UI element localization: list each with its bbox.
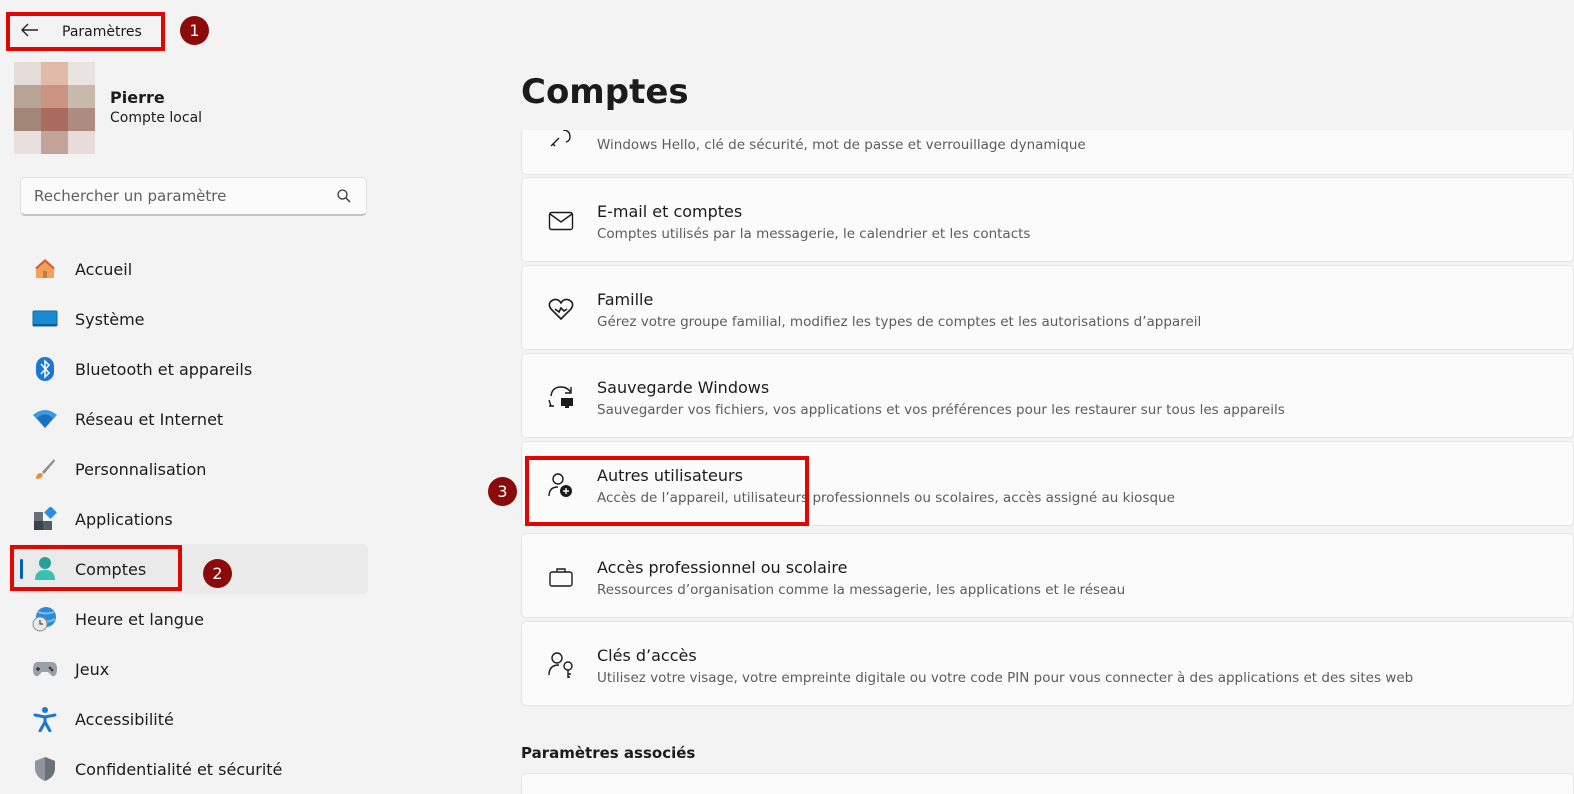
- card-email-accounts[interactable]: E-mail et comptes Comptes utilisés par l…: [521, 177, 1574, 262]
- card-title: Sauvegarde Windows: [597, 378, 770, 397]
- apps-icon: [32, 506, 58, 532]
- sidebar-item-label: Jeux: [75, 659, 110, 679]
- page-title: Comptes: [521, 72, 689, 112]
- brush-icon: [32, 456, 58, 482]
- sidebar-item-label: Confidentialité et sécurité: [75, 759, 283, 779]
- avatar[interactable]: [14, 62, 95, 154]
- search-icon[interactable]: [336, 188, 352, 208]
- app-title: Paramètres: [62, 23, 142, 40]
- sidebar-item-confidentialite[interactable]: Confidentialité et sécurité: [14, 744, 368, 794]
- sidebar-item-label: Accessibilité: [75, 709, 174, 729]
- annotation-highlight-comptes: [10, 545, 182, 591]
- card-description: Windows Hello, clé de sécurité, mot de p…: [597, 137, 1086, 153]
- sidebar-item-jeux[interactable]: Jeux: [14, 644, 368, 694]
- bluetooth-icon: [32, 356, 58, 382]
- sidebar-item-label: Applications: [75, 509, 173, 529]
- sidebar-item-accueil[interactable]: Accueil: [14, 244, 368, 294]
- key-icon: [546, 130, 576, 154]
- family-heart-icon: [546, 294, 576, 324]
- title-bar: Paramètres 1: [0, 0, 1574, 60]
- sidebar-item-label: Réseau et Internet: [75, 409, 224, 429]
- sidebar-item-label: Accueil: [75, 259, 133, 279]
- system-icon: [32, 306, 58, 332]
- card-description: Ressources d’organisation comme la messa…: [597, 582, 1126, 598]
- related-settings-heading: Paramètres associés: [521, 744, 696, 762]
- card-passkeys[interactable]: Clés d’accès Utilisez votre visage, votr…: [521, 621, 1574, 706]
- sidebar-item-accessibilite[interactable]: Accessibilité: [14, 694, 368, 744]
- annotation-highlight-other-users: [525, 456, 809, 526]
- home-icon: [32, 256, 58, 282]
- card-connexion-options[interactable]: Windows Hello, clé de sécurité, mot de p…: [521, 130, 1574, 175]
- shield-icon: [32, 756, 58, 782]
- annotation-badge-1: 1: [180, 16, 209, 45]
- sidebar-nav: Accueil Système Bluetooth et appareils R…: [14, 244, 368, 794]
- gamepad-icon: [32, 656, 58, 682]
- sidebar-item-reseau[interactable]: Réseau et Internet: [14, 394, 368, 444]
- backup-icon: [546, 382, 576, 412]
- related-settings-card[interactable]: [521, 773, 1574, 794]
- card-family[interactable]: Famille Gérez votre groupe familial, mod…: [521, 265, 1574, 350]
- sidebar-item-label: Bluetooth et appareils: [75, 359, 253, 379]
- briefcase-icon: [546, 562, 576, 592]
- sidebar-item-applications[interactable]: Applications: [14, 494, 368, 544]
- sidebar-item-label: Heure et langue: [75, 609, 204, 629]
- sidebar-item-heure-langue[interactable]: Heure et langue: [14, 594, 368, 644]
- card-description: Utilisez votre visage, votre empreinte d…: [597, 670, 1414, 686]
- profile-name: Pierre: [110, 88, 165, 107]
- card-title: Clés d’accès: [597, 646, 697, 665]
- sidebar-item-label: Personnalisation: [75, 459, 207, 479]
- back-button[interactable]: Paramètres: [6, 12, 165, 51]
- card-description: Sauvegarder vos fichiers, vos applicatio…: [597, 402, 1285, 418]
- globe-clock-icon: [32, 606, 58, 632]
- annotation-badge-2: 2: [203, 559, 232, 588]
- sidebar-item-systeme[interactable]: Système: [14, 294, 368, 344]
- card-work-school-access[interactable]: Accès professionnel ou scolaire Ressourc…: [521, 533, 1574, 618]
- profile-account-type: Compte local: [110, 110, 203, 126]
- wifi-icon: [32, 406, 58, 432]
- sidebar-item-personnalisation[interactable]: Personnalisation: [14, 444, 368, 494]
- annotation-badge-3: 3: [488, 477, 517, 506]
- card-title: E-mail et comptes: [597, 202, 743, 221]
- card-description: Gérez votre groupe familial, modifiez le…: [597, 314, 1202, 330]
- card-title: Famille: [597, 290, 654, 309]
- passkey-icon: [546, 650, 576, 680]
- sidebar-item-bluetooth[interactable]: Bluetooth et appareils: [14, 344, 368, 394]
- card-windows-backup[interactable]: Sauvegarde Windows Sauvegarder vos fichi…: [521, 353, 1574, 438]
- card-description: Comptes utilisés par la messagerie, le c…: [597, 226, 1031, 242]
- sidebar-item-label: Système: [75, 309, 145, 329]
- card-title: Accès professionnel ou scolaire: [597, 558, 848, 577]
- mail-icon: [546, 206, 576, 236]
- accessibility-icon: [32, 706, 58, 732]
- search-box[interactable]: [20, 177, 367, 216]
- back-arrow-icon[interactable]: [10, 21, 50, 42]
- search-input[interactable]: [34, 187, 324, 205]
